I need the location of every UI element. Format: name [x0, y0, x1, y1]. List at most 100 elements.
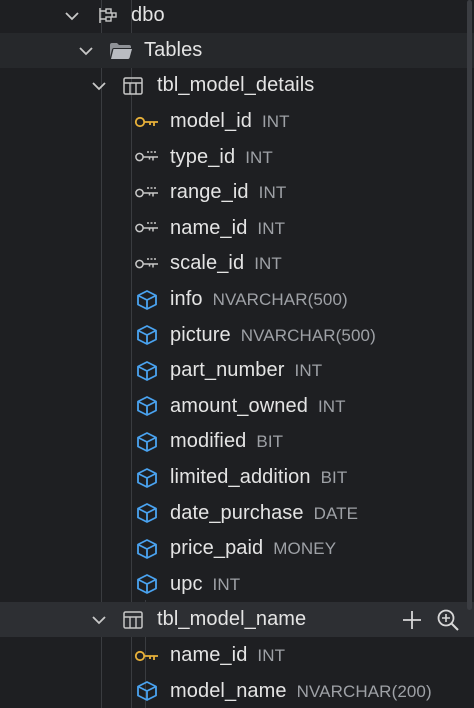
column-type: NVARCHAR(500)	[212, 290, 348, 309]
column-label: date_purchase DATE	[170, 502, 358, 525]
column-label: amount_owned INT	[170, 395, 346, 418]
column-icon	[134, 680, 160, 702]
column-label: type_id INT	[170, 146, 273, 169]
table-icon	[120, 75, 146, 97]
column-name: picture	[170, 323, 231, 346]
column-type: INT	[212, 574, 241, 594]
add-icon[interactable]	[400, 608, 424, 632]
foreign-key-icon	[134, 253, 160, 275]
column-label: name_id INT	[170, 217, 285, 240]
column-type: NVARCHAR(500)	[240, 325, 376, 345]
tree-item-schema[interactable]: dbo	[0, 0, 474, 33]
database-explorer-tree: dbo Tables tbl_model_details model_id INT…	[0, 0, 474, 708]
chevron-down-icon[interactable]	[90, 611, 108, 629]
column-label: modified BIT	[170, 430, 283, 453]
column-type: BIT	[256, 432, 284, 452]
tree-item-column[interactable]: range_id INT	[0, 175, 474, 210]
column-name: name_id	[170, 216, 248, 239]
folder-open-icon	[108, 40, 134, 62]
column-name: range_id	[170, 181, 249, 204]
schema-label: dbo	[131, 4, 165, 26]
column-name: name_id	[170, 644, 248, 666]
column-name: price_paid	[170, 537, 264, 560]
tree-item-table[interactable]: tbl_model_details	[0, 68, 474, 103]
column-name: scale_id	[170, 252, 245, 275]
table-icon	[120, 609, 146, 631]
foreign-key-icon	[134, 146, 160, 168]
chevron-down-icon[interactable]	[63, 7, 81, 25]
column-type: INT	[257, 646, 286, 665]
column-name: upc	[170, 572, 203, 595]
column-label: upc INT	[170, 573, 240, 596]
tables-folder-label: Tables	[144, 39, 203, 61]
column-icon	[134, 431, 160, 453]
column-name: part_number	[170, 359, 285, 382]
column-type: DATE	[313, 503, 359, 523]
tree-item-table[interactable]: tbl_model_name	[0, 602, 474, 637]
column-icon	[134, 395, 160, 417]
column-label: info NVARCHAR(500)	[170, 288, 348, 311]
column-type: MONEY	[273, 539, 337, 559]
tree-item-column[interactable]: limited_addition BIT	[0, 460, 474, 495]
tree-item-column[interactable]: name_id INT	[0, 211, 474, 246]
chevron-down-icon[interactable]	[77, 42, 95, 60]
column-label: model_id INT	[170, 110, 290, 133]
tree-item-column[interactable]: price_paid MONEY	[0, 531, 474, 566]
tree-item-column[interactable]: modified BIT	[0, 424, 474, 459]
column-label: range_id INT	[170, 181, 286, 204]
column-name: modified	[170, 430, 247, 453]
table-name-label: tbl_model_name	[157, 608, 307, 630]
column-icon	[134, 502, 160, 524]
primary-key-icon	[134, 645, 160, 667]
column-type: INT	[254, 254, 282, 274]
column-name: amount_owned	[170, 394, 308, 417]
column-type: INT	[261, 112, 290, 131]
column-type: INT	[257, 218, 286, 238]
column-type: INT	[258, 183, 287, 203]
column-label: price_paid MONEY	[170, 537, 336, 560]
tree-item-column[interactable]: upc INT	[0, 567, 474, 602]
column-type: BIT	[320, 468, 348, 487]
tree-item-column[interactable]: amount_owned INT	[0, 389, 474, 424]
column-icon	[134, 289, 160, 311]
tree-item-column[interactable]: name_id INT	[0, 638, 474, 673]
column-label: scale_id INT	[170, 252, 282, 275]
tree-item-column[interactable]: picture NVARCHAR(500)	[0, 318, 474, 353]
column-icon	[134, 538, 160, 560]
chevron-down-icon[interactable]	[90, 77, 108, 95]
column-type: NVARCHAR(200)	[296, 681, 432, 701]
column-name: info	[170, 288, 203, 310]
tree-item-column[interactable]: info NVARCHAR(500)	[0, 282, 474, 317]
tree-item-column[interactable]: date_purchase DATE	[0, 496, 474, 531]
tree-item-column[interactable]: type_id INT	[0, 140, 474, 175]
column-type: INT	[294, 361, 323, 381]
tree-item-tables-folder[interactable]: Tables	[0, 33, 474, 68]
column-type: INT	[245, 147, 273, 167]
column-name: date_purchase	[170, 501, 304, 524]
zoom-in-icon[interactable]	[436, 608, 460, 632]
column-name: model_name	[170, 679, 287, 702]
column-name: limited_addition	[170, 466, 311, 488]
column-label: limited_addition BIT	[170, 466, 347, 489]
tree-item-column[interactable]: model_name NVARCHAR(200)	[0, 674, 474, 708]
scrollbar-thumb[interactable]	[467, 0, 472, 610]
column-icon	[134, 324, 160, 346]
tree-item-column[interactable]: part_number INT	[0, 353, 474, 388]
column-label: picture NVARCHAR(500)	[170, 324, 376, 347]
tree-item-column[interactable]: scale_id INT	[0, 246, 474, 281]
column-icon	[134, 573, 160, 595]
column-icon	[134, 360, 160, 382]
column-name: model_id	[170, 110, 252, 132]
column-label: model_name NVARCHAR(200)	[170, 680, 432, 703]
column-type: INT	[317, 396, 346, 416]
column-label: name_id INT	[170, 644, 285, 667]
row-actions	[400, 608, 460, 632]
schema-icon	[94, 5, 120, 27]
table-name-label: tbl_model_details	[157, 74, 315, 96]
primary-key-icon	[134, 111, 160, 133]
column-icon	[134, 467, 160, 489]
tree-item-column[interactable]: model_id INT	[0, 104, 474, 139]
foreign-key-icon	[134, 182, 160, 204]
foreign-key-icon	[134, 217, 160, 239]
column-name: type_id	[170, 145, 236, 168]
